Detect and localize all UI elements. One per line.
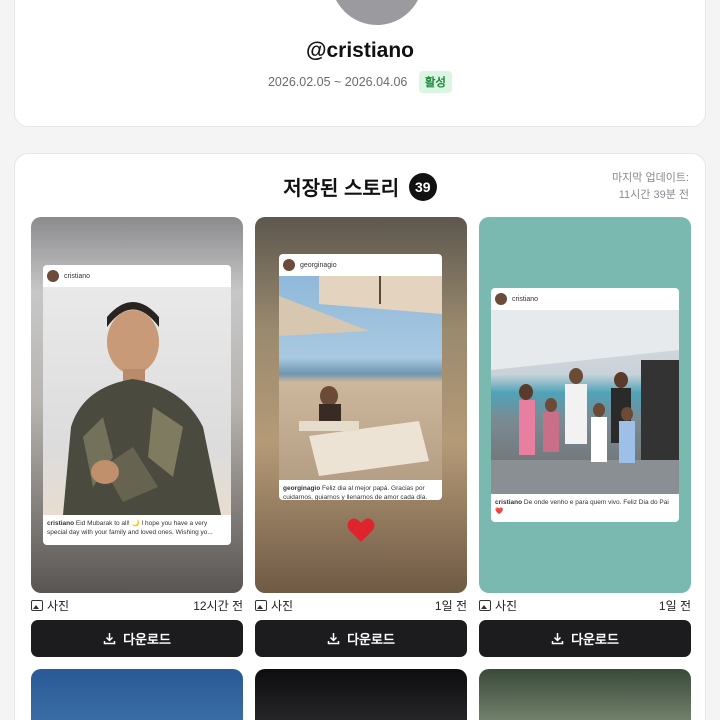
story-age: 1일 전	[658, 598, 691, 613]
story-type-label: 사진	[271, 598, 294, 613]
download-icon	[327, 632, 340, 645]
download-button[interactable]: 다운로드	[479, 620, 691, 657]
story-post-card: cristiano cristiano Eid Mubarak to all! …	[43, 265, 231, 545]
download-label: 다운로드	[571, 632, 619, 647]
post-avatar	[495, 293, 507, 305]
stories-count-badge: 39	[408, 172, 437, 201]
period-row: 2026.02.05 ~ 2026.04.06 활성	[15, 71, 705, 93]
story-thumbnail-next[interactable]	[479, 669, 691, 720]
download-icon	[551, 632, 564, 645]
stories-card: 저장된 스토리 39 마지막 업데이트: 11시간 39분 전 cristian…	[14, 153, 706, 720]
post-username: cristiano	[512, 295, 539, 303]
post-photo	[279, 276, 442, 480]
download-label: 다운로드	[123, 632, 171, 647]
photo-icon	[31, 599, 43, 611]
story-meta: 사진 12시간 전	[31, 597, 243, 613]
photo-icon	[479, 599, 491, 611]
story-item: cristiano cristiano De onde venho e para…	[479, 217, 691, 657]
avatar	[331, 0, 423, 25]
story-item: cristiano cristiano Eid Mubarak to all! …	[31, 217, 243, 657]
story-thumbnail-next[interactable]	[255, 669, 467, 720]
download-label: 다운로드	[347, 632, 395, 647]
story-thumbnail[interactable]: cristiano cristiano De onde venho e para…	[479, 217, 691, 593]
story-type: 사진	[255, 597, 293, 614]
post-caption: cristiano De onde venho e para quem vivo…	[495, 499, 669, 515]
photo-icon	[255, 599, 267, 611]
story-post-card: georginagio georginagio Feliz dia al mej…	[279, 254, 442, 500]
story-thumbnail[interactable]: cristiano cristiano Eid Mubarak to all! …	[31, 217, 243, 593]
stories-title: 저장된 스토리	[283, 178, 400, 200]
story-age: 12시간 전	[193, 598, 243, 613]
post-caption: cristiano Eid Mubarak to all! 🌙 I hope y…	[47, 520, 213, 536]
story-type: 사진	[31, 597, 69, 614]
story-meta: 사진 1일 전	[479, 597, 691, 613]
post-header: georginagio	[279, 254, 442, 276]
post-avatar	[283, 259, 295, 271]
download-button[interactable]: 다운로드	[255, 620, 467, 657]
download-button[interactable]: 다운로드	[31, 620, 243, 657]
post-username: cristiano	[64, 272, 91, 280]
story-thumbnail[interactable]: georginagio georginagio Feliz dia al mej…	[255, 217, 467, 593]
story-meta: 사진 1일 전	[255, 597, 467, 613]
story-age: 1일 전	[434, 598, 467, 613]
story-type: 사진	[479, 597, 517, 614]
story-thumbnail-next[interactable]	[31, 669, 243, 720]
profile-handle: @cristiano	[305, 39, 414, 62]
post-username: georginagio	[300, 261, 337, 269]
story-post-card: cristiano cristiano De onde venho e para…	[491, 288, 679, 522]
period-text: 2026.02.05 ~ 2026.04.06	[267, 75, 408, 89]
post-photo	[491, 310, 679, 494]
family-illustration	[491, 310, 679, 494]
post-avatar	[47, 270, 59, 282]
story-item: georginagio georginagio Feliz dia al mej…	[255, 217, 467, 657]
post-header: cristiano	[43, 265, 231, 287]
last-update-value: 11시간 39분 전	[618, 189, 689, 201]
story-type-label: 사진	[495, 598, 518, 613]
portrait-illustration	[63, 302, 221, 515]
last-update: 마지막 업데이트: 11시간 39분 전	[612, 170, 689, 204]
heart-icon	[347, 517, 375, 548]
status-badge: 활성	[418, 71, 453, 93]
download-icon	[103, 632, 116, 645]
post-photo	[43, 287, 231, 515]
last-update-label: 마지막 업데이트:	[612, 172, 689, 184]
post-caption: georginagio Feliz dia al mejor papá. Gra…	[283, 485, 428, 500]
stories-header: 저장된 스토리 39	[15, 172, 705, 201]
beach-illustration	[279, 276, 442, 476]
story-type-label: 사진	[47, 598, 70, 613]
profile-card: @cristiano 2026.02.05 ~ 2026.04.06 활성	[14, 0, 706, 127]
post-header: cristiano	[491, 288, 679, 310]
